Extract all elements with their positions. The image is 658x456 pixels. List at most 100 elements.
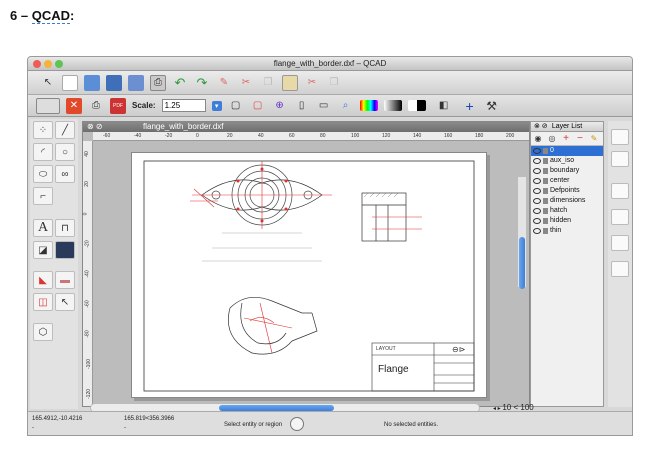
3d-tool[interactable]: ⬡ (33, 323, 53, 341)
lock-icon[interactable] (543, 218, 548, 224)
select-tool[interactable]: ↖ (55, 293, 75, 311)
hide-all-layers-icon[interactable]: ◎ (547, 134, 557, 144)
ruler-tick-label: 160 (444, 133, 453, 139)
text-tool[interactable]: A (33, 219, 53, 237)
eye-icon[interactable] (533, 198, 541, 204)
layer-row[interactable]: 0 (531, 146, 603, 156)
portrait-icon[interactable]: ▯ (294, 98, 310, 114)
lock-icon[interactable] (543, 168, 548, 174)
open-folder-button[interactable] (84, 74, 100, 91)
layer-row[interactable]: center (531, 176, 603, 186)
remove-layer-icon[interactable]: − (575, 133, 585, 144)
bw-print-button[interactable] (407, 100, 426, 111)
circle-tool[interactable]: ○ (55, 143, 75, 161)
print-icon[interactable]: ⎙ (88, 98, 104, 114)
center-page-icon[interactable]: ⊕ (272, 98, 288, 114)
redo-button[interactable]: ↷ (194, 75, 210, 91)
printer-preview-button[interactable] (36, 97, 60, 114)
dimension-tool[interactable]: ⊓ (55, 219, 75, 237)
ellipse-tool[interactable]: ⬭ (33, 165, 53, 183)
eye-icon[interactable] (533, 188, 541, 194)
pdf-export-button[interactable]: PDF (110, 97, 126, 114)
block-tool[interactable]: ◫ (33, 293, 53, 311)
point-tool[interactable]: ⁘ (33, 121, 53, 139)
layer-dock-button[interactable] (611, 129, 629, 145)
eye-icon[interactable] (533, 168, 541, 174)
layer-list-title: Layer List (551, 123, 583, 130)
grayscale-print-button[interactable] (383, 100, 402, 111)
zoom-icon[interactable]: ⌕ (338, 98, 354, 114)
eye-icon[interactable] (533, 148, 541, 154)
lock-icon[interactable] (543, 198, 548, 204)
lock-icon[interactable] (543, 148, 548, 154)
new-file-button[interactable] (62, 74, 78, 91)
polyline-tool[interactable]: ⌐ (33, 187, 53, 205)
print-button[interactable]: ⎙ (150, 74, 166, 91)
zoom-window-button[interactable] (55, 60, 63, 68)
scale-dropdown-button[interactable]: ▾ (211, 100, 222, 111)
save-as-button[interactable] (128, 74, 144, 91)
copy-button[interactable]: ❐ (260, 75, 276, 91)
color-print-button[interactable] (359, 100, 378, 111)
title-bar: flange_with_border.dxf – QCAD (28, 57, 632, 71)
layer-row[interactable]: hatch (531, 206, 603, 216)
layer-row[interactable]: aux_iso (531, 156, 603, 166)
edit-layer-icon[interactable]: ✎ (589, 134, 599, 144)
lock-icon[interactable] (543, 178, 548, 184)
modify-tool[interactable]: ◣ (33, 271, 53, 289)
paper-settings-icon[interactable]: ◧ (432, 98, 456, 114)
pen-icon[interactable]: ✎ (216, 75, 232, 91)
scale-label: Scale: (132, 101, 156, 110)
property-dock-button[interactable] (611, 183, 629, 199)
layer-row[interactable]: dimensions (531, 196, 603, 206)
lock-icon[interactable] (543, 228, 548, 234)
command-dock-button[interactable] (611, 261, 629, 277)
close-window-button[interactable] (33, 60, 41, 68)
layer-row[interactable]: boundary (531, 166, 603, 176)
tools-icon[interactable]: ⚒ (484, 98, 500, 114)
hatch-tool[interactable]: ◪ (33, 241, 53, 259)
eye-icon[interactable] (533, 208, 541, 214)
main-toolbar: ↖ ⎙ ↶ ↷ ✎ ✂ ❐ ✂ ❐ (28, 71, 632, 95)
library-dock-button[interactable] (611, 209, 629, 225)
cut-button[interactable]: ✂ (238, 75, 254, 91)
relative-coordinate: 165.819<356.3966 (124, 416, 175, 422)
ruler-tick-label: 120 (382, 133, 391, 139)
lock-icon[interactable] (543, 208, 548, 214)
image-tool[interactable] (55, 241, 75, 259)
layer-row[interactable]: Defpoints (531, 186, 603, 196)
eye-icon[interactable] (533, 218, 541, 224)
paste-button[interactable] (282, 74, 298, 91)
save-button[interactable] (106, 74, 122, 91)
snap-tool[interactable]: ▬ (55, 271, 75, 289)
scale-input[interactable] (161, 99, 206, 112)
add-icon[interactable]: + (462, 98, 478, 114)
eye-icon[interactable] (533, 228, 541, 234)
page-border-icon[interactable]: ▢ (250, 98, 266, 114)
undo-button[interactable]: ↶ (172, 75, 188, 91)
vertical-scrollbar[interactable] (518, 177, 526, 289)
layer-row[interactable]: thin (531, 226, 603, 236)
copy-reference-button[interactable]: ❐ (326, 75, 342, 91)
lock-icon[interactable] (543, 158, 548, 164)
landscape-icon[interactable]: ▭ (316, 98, 332, 114)
pointer-icon[interactable]: ↖ (40, 75, 56, 91)
heading-number: 6 – (10, 8, 29, 23)
eye-icon[interactable] (533, 158, 541, 164)
minimize-window-button[interactable] (44, 60, 52, 68)
layer-row[interactable]: hidden (531, 216, 603, 226)
vertical-scroll-thumb[interactable] (519, 237, 525, 289)
show-all-layers-icon[interactable]: ◉ (533, 134, 543, 144)
list-dock-button[interactable] (611, 235, 629, 251)
eye-icon[interactable] (533, 178, 541, 184)
spline-tool[interactable]: ∞ (55, 165, 75, 183)
arc-tool[interactable]: ◜ (33, 143, 53, 161)
drawing-paper[interactable]: LAYOUT Flange ⊖⊳ (131, 152, 487, 398)
fit-page-icon[interactable]: ▢ (228, 98, 244, 114)
block-dock-button[interactable] (611, 151, 629, 167)
line-tool[interactable]: ╱ (55, 121, 75, 139)
add-layer-icon[interactable]: + (561, 133, 571, 144)
lock-icon[interactable] (543, 188, 548, 194)
cut-reference-button[interactable]: ✂ (304, 75, 320, 91)
exit-preview-button[interactable]: ✕ (66, 97, 82, 114)
